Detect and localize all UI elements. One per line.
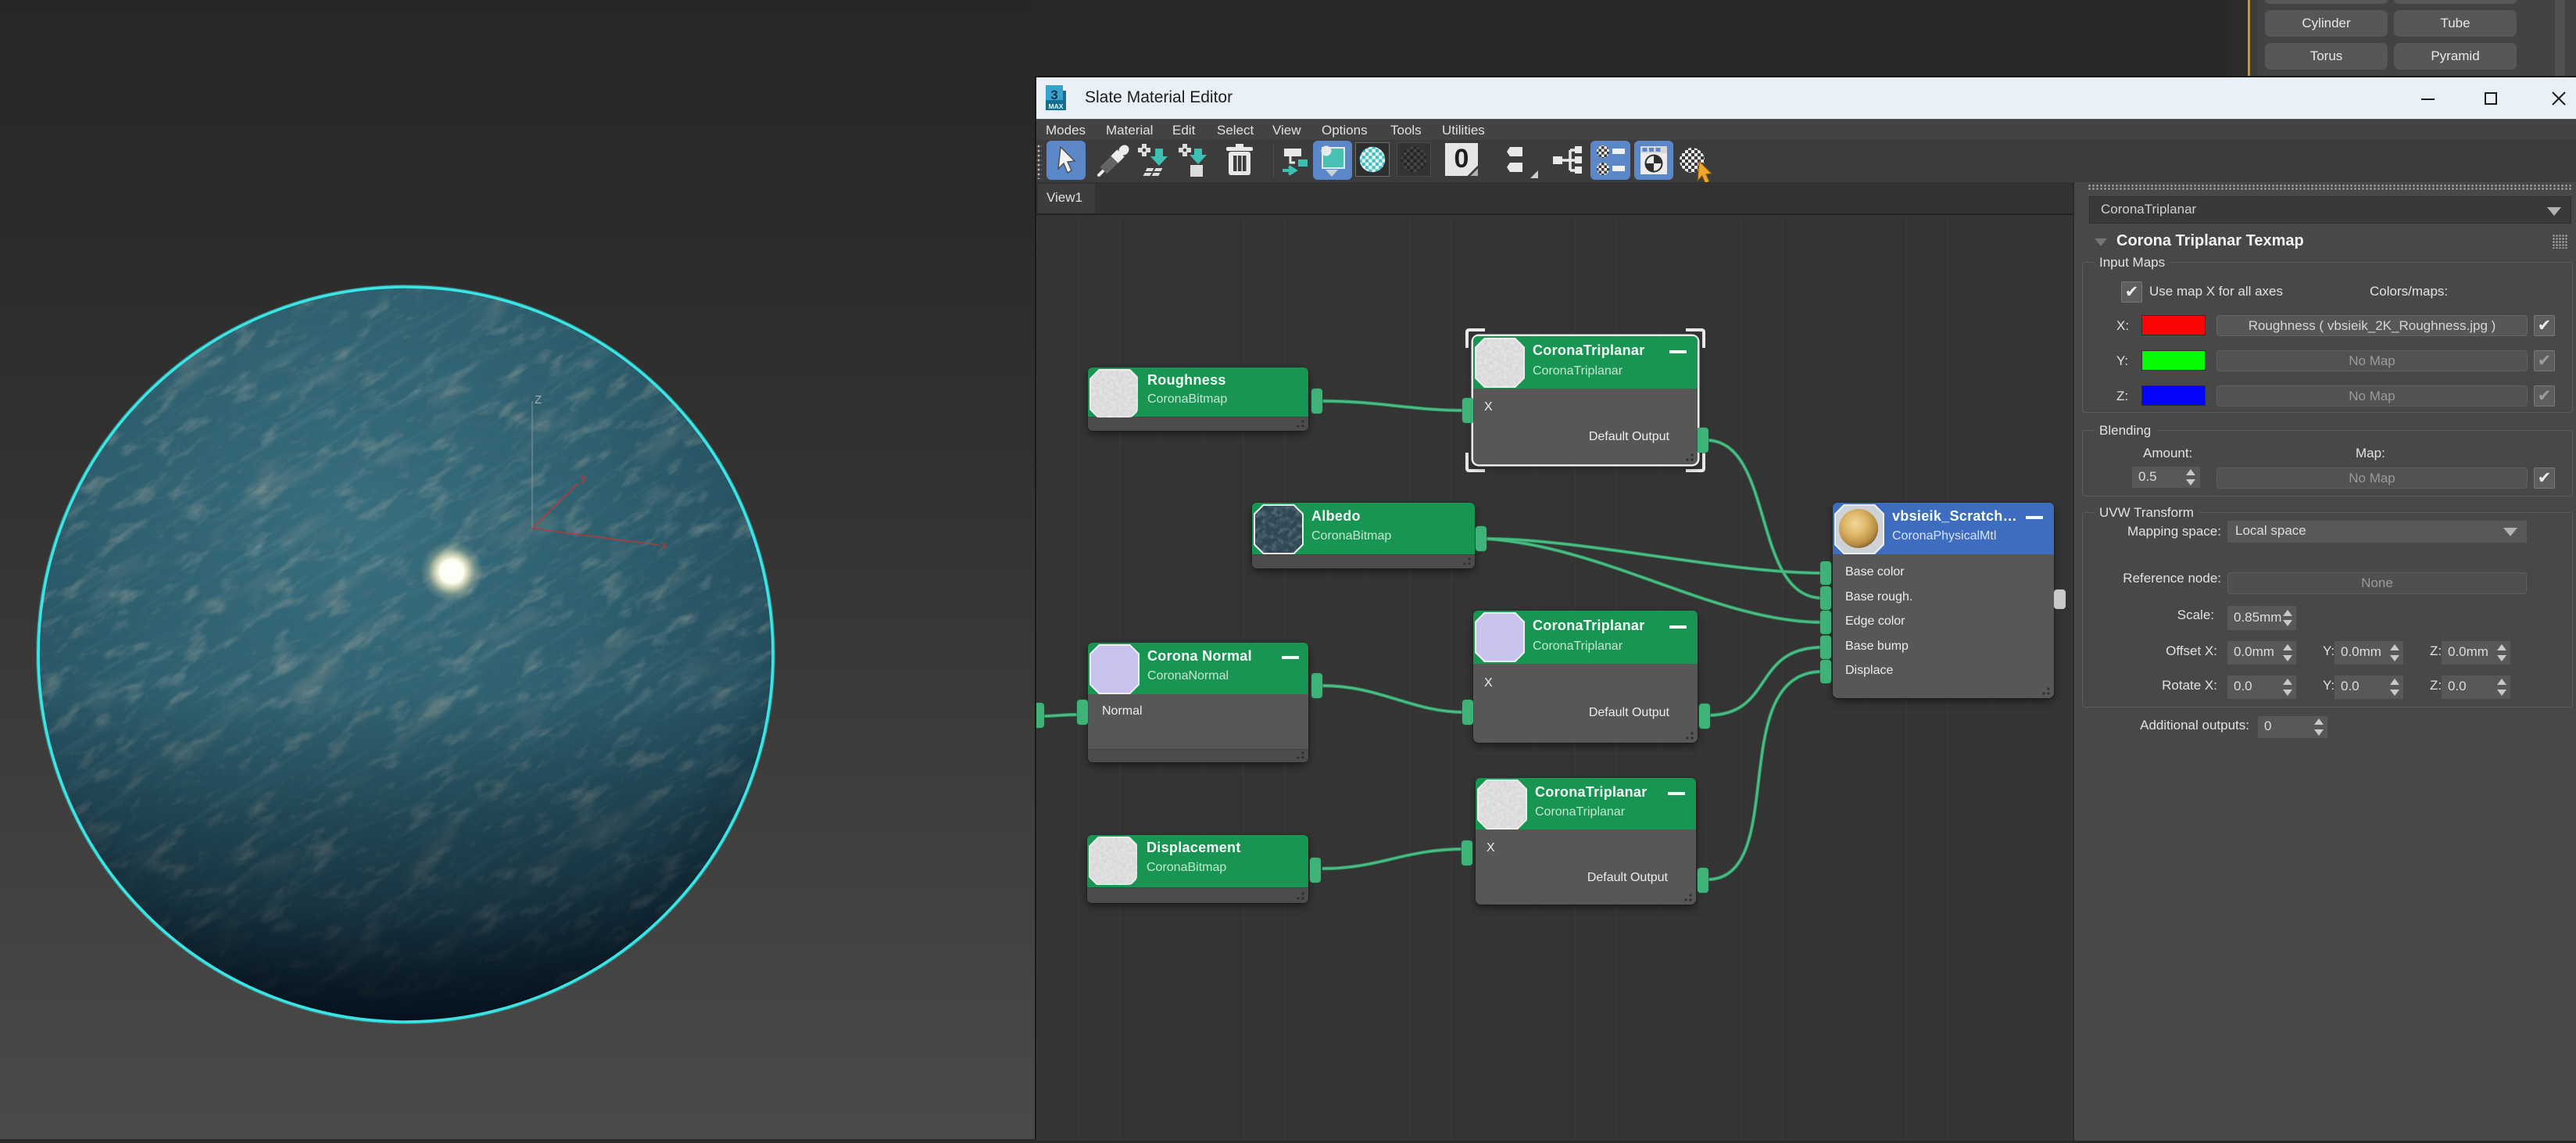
- svg-text:x: x: [661, 539, 667, 552]
- svg-text:3: 3: [1050, 88, 1057, 102]
- svg-text:y: y: [581, 471, 587, 485]
- svg-text:Z: Z: [535, 393, 542, 407]
- svg-text:MAX: MAX: [1049, 102, 1064, 110]
